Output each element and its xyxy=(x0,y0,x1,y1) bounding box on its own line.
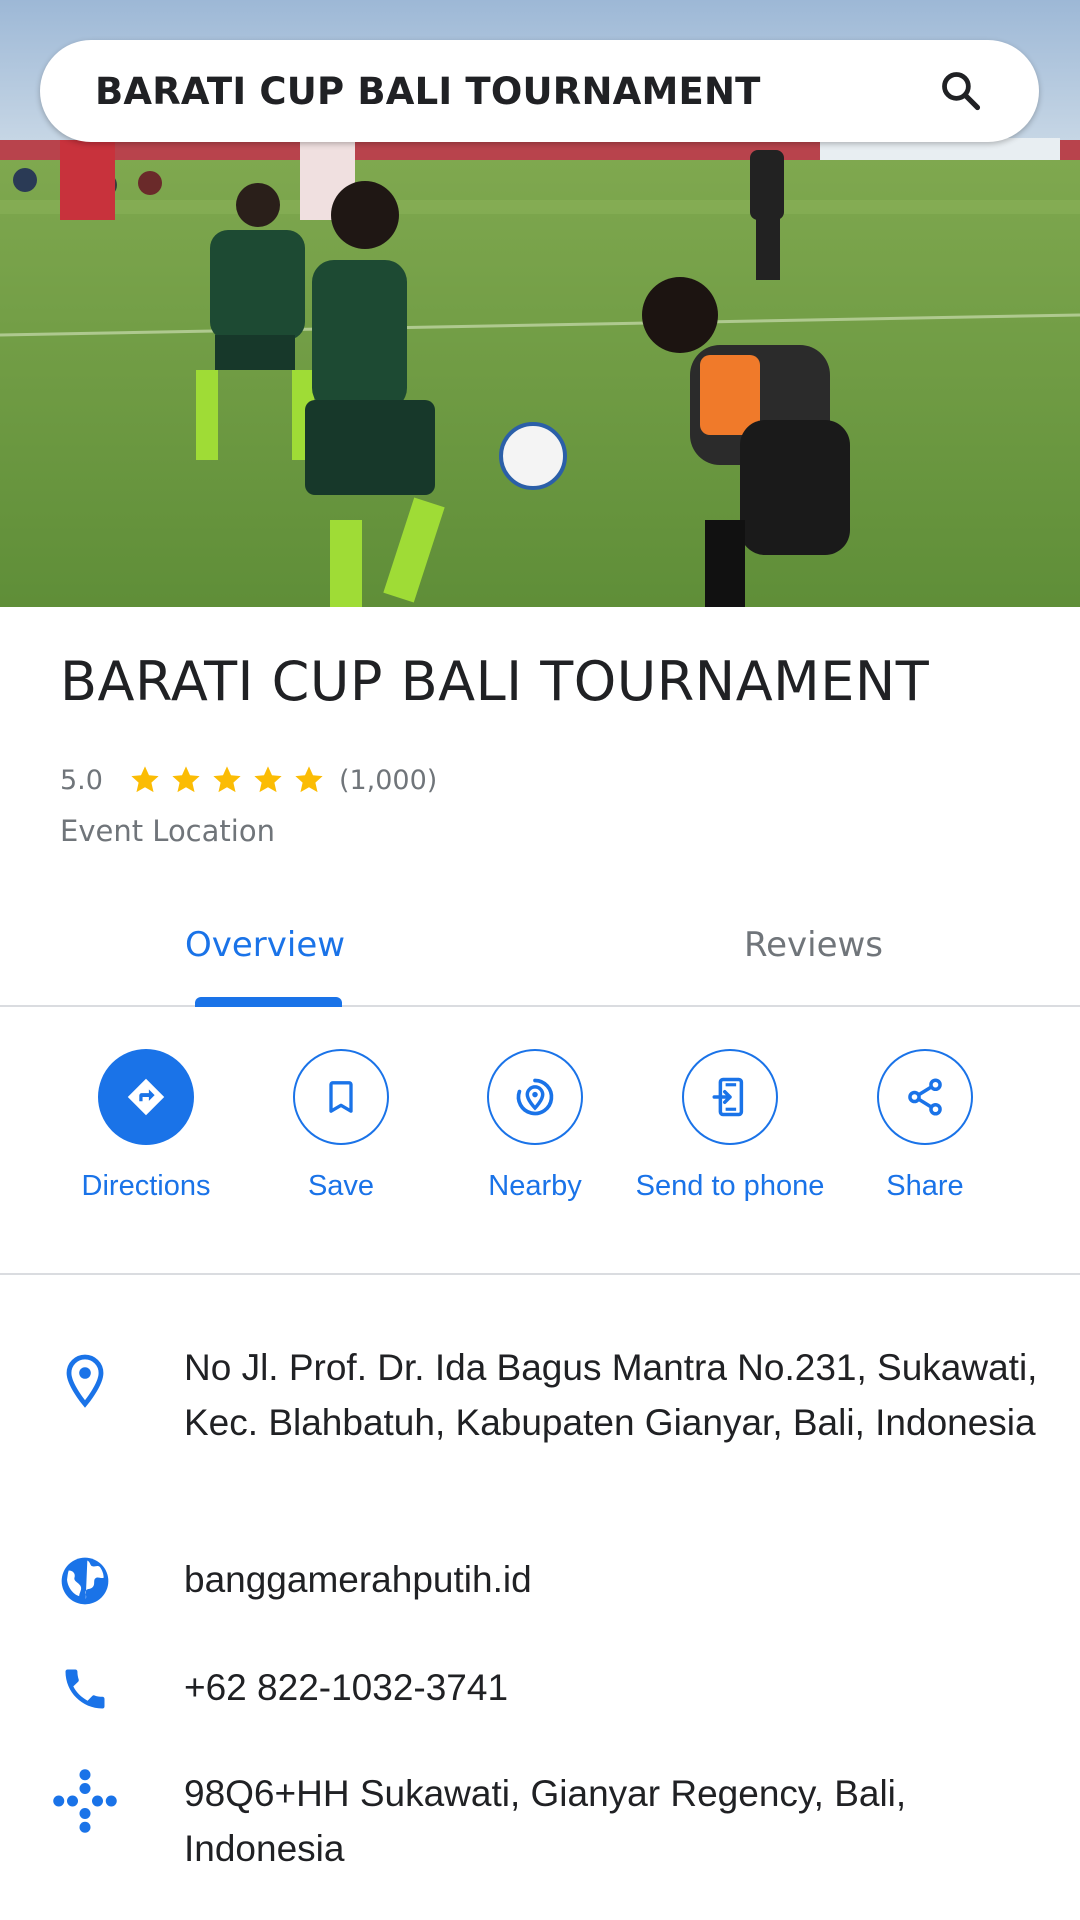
search-bar[interactable]: BARATI CUP BALI TOURNAMENT xyxy=(40,40,1039,142)
send-to-phone-circle[interactable] xyxy=(682,1049,778,1145)
star-rating xyxy=(129,764,325,796)
address-row[interactable]: No Jl. Prof. Dr. Ida Bagus Mantra No.231… xyxy=(0,1340,1080,1500)
action-buttons: Directions Save Nearby Send to phone Sha… xyxy=(0,1007,1080,1275)
star-icon xyxy=(254,766,282,793)
nearby-icon xyxy=(516,1078,554,1116)
directions-label: Directions xyxy=(81,1170,211,1202)
save-button[interactable]: Save xyxy=(246,1049,436,1208)
star-icon xyxy=(213,766,241,793)
nearby-circle[interactable] xyxy=(487,1049,583,1145)
directions-icon xyxy=(127,1078,165,1116)
search-button[interactable] xyxy=(931,61,991,121)
search-input[interactable]: BARATI CUP BALI TOURNAMENT xyxy=(95,70,931,113)
phone-icon xyxy=(50,1654,120,1724)
review-count[interactable]: (1,000) xyxy=(339,765,437,796)
tab-reviews[interactable]: Reviews xyxy=(744,925,883,965)
send-to-phone-icon xyxy=(712,1077,744,1117)
share-label: Share xyxy=(886,1170,964,1202)
search-icon xyxy=(942,72,981,111)
tab-selected-indicator xyxy=(195,997,342,1007)
share-icon xyxy=(908,1078,942,1116)
tab-bar: Overview Reviews xyxy=(0,875,1080,1007)
star-icon xyxy=(295,766,323,793)
place-category: Event Location xyxy=(60,814,275,848)
directions-button[interactable]: Directions xyxy=(51,1049,241,1208)
address-text: No Jl. Prof. Dr. Ida Bagus Mantra No.231… xyxy=(184,1347,1038,1443)
share-circle[interactable] xyxy=(877,1049,973,1145)
save-label: Save xyxy=(307,1170,375,1202)
star-icon xyxy=(131,766,159,793)
plus-code-icon xyxy=(50,1766,120,1836)
plus-code-text: 98Q6+HH Sukawati, Gianyar Regency, Bali,… xyxy=(184,1773,907,1869)
save-circle[interactable] xyxy=(293,1049,389,1145)
rating-value: 5.0 xyxy=(60,764,103,796)
nearby-label: Nearby xyxy=(488,1170,582,1202)
rating-row[interactable]: 5.0 (1,000) xyxy=(60,760,437,800)
bookmark-icon xyxy=(329,1081,353,1113)
location-pin-icon xyxy=(50,1346,120,1416)
tab-overview[interactable]: Overview xyxy=(185,925,345,965)
send-to-phone-label: Send to phone xyxy=(635,1170,825,1202)
directions-circle[interactable] xyxy=(98,1049,194,1145)
place-title: BARATI CUP BALI TOURNAMENT xyxy=(60,650,930,713)
phone-row[interactable]: +62 822-1032-3741 xyxy=(0,1660,1080,1720)
phone-number[interactable]: +62 822-1032-3741 xyxy=(184,1660,1054,1715)
share-button[interactable]: Share xyxy=(830,1049,1020,1208)
globe-icon xyxy=(50,1546,120,1616)
plus-code-row[interactable]: 98Q6+HH Sukawati, Gianyar Regency, Bali,… xyxy=(0,1766,1080,1886)
send-to-phone-button[interactable]: Send to phone xyxy=(635,1049,825,1208)
website-link[interactable]: banggamerahputih.id xyxy=(184,1552,1054,1607)
star-icon xyxy=(172,766,200,793)
website-row[interactable]: banggamerahputih.id xyxy=(0,1552,1080,1612)
nearby-button[interactable]: Nearby xyxy=(440,1049,630,1208)
